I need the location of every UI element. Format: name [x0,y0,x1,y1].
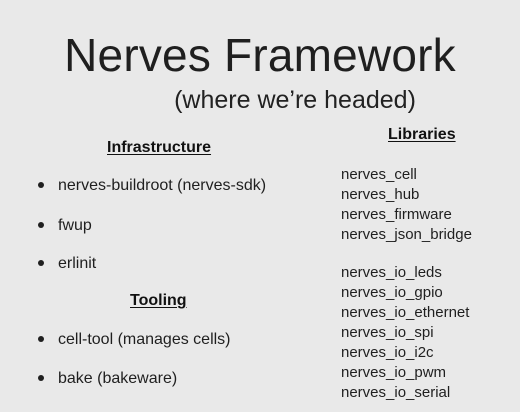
bullet-text: cell-tool (manages cells) [58,331,231,348]
library-item: nerves_io_leds [341,264,442,281]
slide: Nerves Framework (where we’re headed) In… [0,0,520,412]
library-item: nerves_io_gpio [341,284,443,301]
slide-subtitle: (where we’re headed) [174,86,416,114]
library-item: nerves_io_pwm [341,364,447,381]
library-item: nerves_io_i2c [341,344,434,361]
infrastructure-item: fwup [38,217,92,235]
library-item: nerves_io_serial [341,384,451,401]
library-item: nerves_firmware [341,206,452,223]
infrastructure-item: erlinit [38,255,96,273]
library-item: nerves_cell [341,166,417,183]
bullet-icon [38,181,44,188]
library-item: nerves_io_spi [341,324,434,341]
libraries-group-io: nerves_io_leds nerves_io_gpio nerves_io_… [341,263,472,403]
bullet-icon [38,259,44,266]
libraries-group-core: nerves_cell nerves_hub nerves_firmware n… [341,165,472,245]
tooling-item: cell-tool (manages cells) [38,331,231,349]
bullet-text: fwup [58,217,92,234]
bullet-text: bake (bakeware) [58,370,178,387]
infrastructure-heading: Infrastructure [107,139,212,156]
tooling-item: bake (bakeware) [38,370,177,388]
tooling-heading: Tooling [130,292,187,309]
library-item: nerves_hub [341,186,420,203]
libraries-heading: Libraries [388,126,456,143]
library-item: nerves_io_ethernet [341,304,470,321]
bullet-icon [38,221,44,228]
bullet-icon [38,335,44,342]
infrastructure-item: nerves-buildroot (nerves-sdk) [38,177,266,195]
libraries-list: nerves_cell nerves_hub nerves_firmware n… [341,165,472,403]
bullet-icon [38,374,44,381]
library-item: nerves_json_bridge [341,226,472,243]
bullet-text: nerves-buildroot (nerves-sdk) [58,177,267,194]
slide-title: Nerves Framework [64,29,456,81]
bullet-text: erlinit [58,255,97,272]
